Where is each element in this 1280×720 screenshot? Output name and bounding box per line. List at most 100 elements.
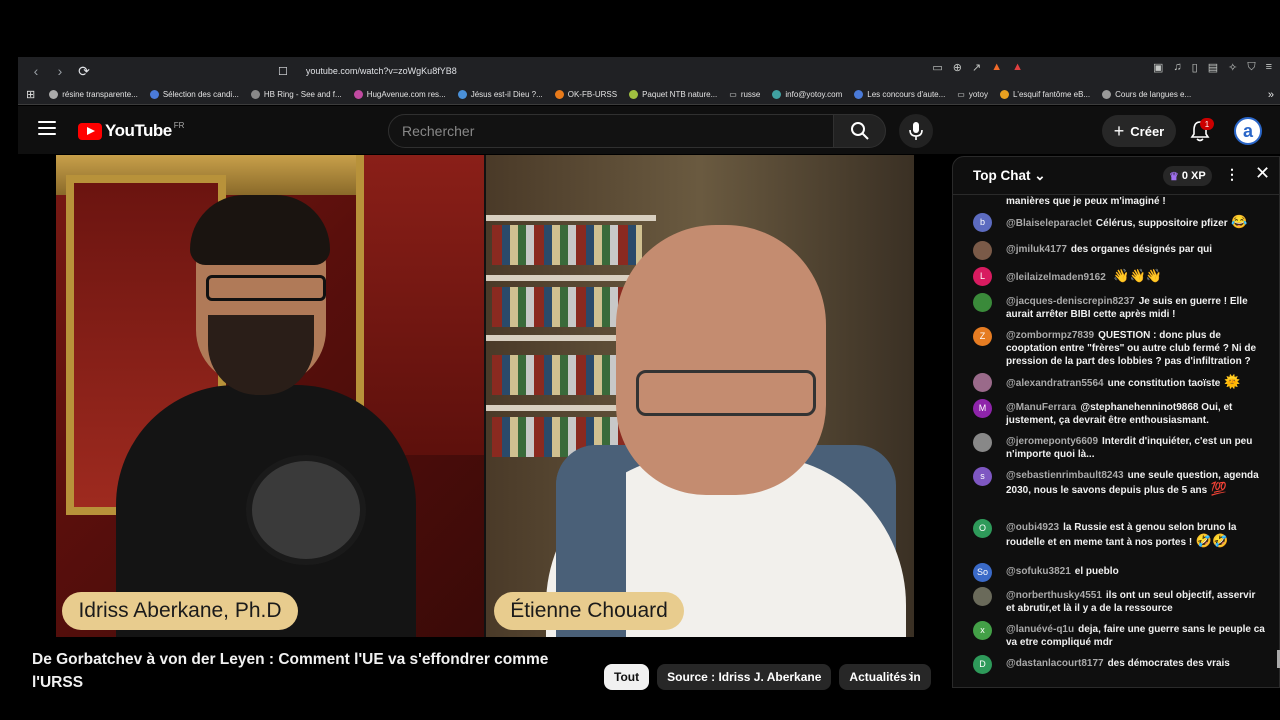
chip-news[interactable]: Actualités in [839,664,931,690]
chat-message-text: @ManuFerrara @stephanehenninot9868 Oui, e… [1006,401,1266,427]
sidebar-icon[interactable]: ▯ [1192,61,1198,74]
chat-author[interactable]: @zombormpz7839 [1006,330,1094,341]
bookmark-item[interactable]: Les concours d'aute... [854,90,945,99]
chat-avatar[interactable]: M [973,399,992,418]
bookmark-item[interactable]: HugAvenue.com res... [353,90,446,99]
bookmark-icon [772,90,782,99]
chat-message-text: @jeromeponty6609 Interdit d'inquiéter, c'… [1006,435,1266,461]
logo-text: YouTube [105,121,172,140]
music-icon[interactable]: ♫ [1173,61,1181,74]
chat-author[interactable]: @dastanlacourt8177 [1006,658,1104,669]
bookmark-item[interactable]: résine transparente... [49,90,138,99]
chat-avatar[interactable] [973,293,992,312]
name-tag-right: Étienne Chouard [494,592,684,630]
chat-author[interactable]: @alexandratran5564 [1006,378,1104,389]
share-icon[interactable]: ↗ [972,61,981,74]
bookmark-item[interactable]: HB Ring - See and f... [250,90,342,99]
chat-author[interactable]: @leilaizelmaden9162 [1006,272,1106,283]
youtube-header: YouTube FR Rechercher + Créer 1 a [18,106,1280,154]
chat-author[interactable]: @jmiluk4177 [1006,244,1067,255]
xp-badge[interactable]: ♛ 0 XP [1163,166,1212,186]
chat-body: Célérus, suppositoire pfizer [1095,218,1228,229]
account-avatar[interactable]: a [1234,117,1262,145]
bookmark-folder[interactable]: ▭ russe [729,90,760,99]
reload-icon[interactable]: ⟳ [74,61,94,81]
close-icon[interactable]: ✕ [1255,163,1270,184]
chat-avatar[interactable]: x [973,621,992,640]
chat-avatar[interactable]: b [973,213,992,232]
bookmark-star-icon[interactable]: ☐ [278,65,288,78]
hamburger-menu-icon[interactable] [38,121,56,135]
bookmark-icon [1102,90,1112,99]
emoji-icon: 😂 [1227,214,1248,229]
create-button[interactable]: + Créer [1102,115,1176,147]
more-bookmarks-icon[interactable]: » [1268,89,1274,101]
chevron-right-icon[interactable]: › [908,668,913,686]
bookmark-item[interactable]: info@yotoy.com [772,90,842,99]
tab-icon[interactable]: ▣ [1153,61,1163,74]
chip-all[interactable]: Tout [604,664,650,690]
search-icon [850,122,869,140]
extension-alert-icon[interactable]: ▲ [1012,61,1023,74]
chat-avatar[interactable]: O [973,519,992,538]
video-player[interactable]: Idriss Aberkane, Ph.D Étienne Chouard [56,155,914,637]
region-code: FR [173,120,185,130]
bookmark-item[interactable]: Paquet NTB nature... [629,90,717,99]
shield-icon[interactable]: ⛉ [1247,61,1255,74]
chat-message-text: @alexandratran5564 une constitution taoïs… [1006,375,1266,390]
chat-author[interactable]: @jeromeponty6609 [1006,436,1098,447]
youtube-logo[interactable]: YouTube FR [78,121,184,141]
name-tag-left: Idriss Aberkane, Ph.D [62,592,298,630]
chat-mode-dropdown[interactable]: Top Chat ⌄ [973,168,1046,184]
chat-message-text: @dastanlacourt8177 des démocrates des vra… [1006,657,1266,670]
bookmark-folder[interactable]: ▭ yotoy [957,90,988,99]
chat-author[interactable]: @ManuFerrara [1006,402,1076,413]
extension-brave-icon[interactable]: ▲ [991,61,1002,74]
search-button[interactable] [833,114,886,148]
chip-source[interactable]: Source : Idriss J. Aberkane [657,664,832,690]
chat-author[interactable]: @Blaiseleparaclet [1006,218,1092,229]
apps-icon[interactable]: ⊞ [26,88,35,101]
chat-body: une constitution taoïste [1107,378,1221,389]
bookmark-item[interactable]: Sélection des candi... [149,90,239,99]
related-chips: Tout Source : Idriss J. Aberkane Actuali… [604,664,931,690]
bookmark-item[interactable]: OK-FB-URSS [554,90,617,99]
chat-author[interactable]: @lanuévé-q1u [1006,624,1074,635]
chat-author[interactable]: @jacques-deniscrepin8237 [1006,296,1135,307]
emoji-icon: 🌞 [1220,374,1241,389]
chat-author[interactable]: @norberthusky4551 [1006,590,1102,601]
chat-avatar[interactable] [973,433,992,452]
chat-author[interactable]: @oubi4923 [1006,522,1059,533]
bookmark-item[interactable]: Cours de langues e... [1102,90,1191,99]
chat-avatar[interactable]: s [973,467,992,486]
chat-avatar[interactable]: L [973,267,992,286]
zoom-icon[interactable]: ⊕ [953,61,962,74]
menu-icon[interactable]: ≡ [1266,61,1272,74]
cast-icon[interactable]: ▭ [932,61,942,74]
video-title: De Gorbatchev à von der Leyen : Comment … [32,651,549,691]
live-chat-panel: Top Chat ⌄ ♛ 0 XP ⋮ ✕ manières que je peu… [952,156,1280,688]
chat-message-text: @zombormpz7839 QUESTION : donc plus de co… [1006,329,1266,368]
chat-avatar[interactable] [973,587,992,606]
bookmark-icon [554,90,564,99]
chat-avatar[interactable]: Z [973,327,992,346]
chat-author[interactable]: @sebastienrimbault8243 [1006,470,1124,481]
bookmark-icon [629,90,639,99]
chat-avatar[interactable]: D [973,655,992,674]
back-icon[interactable]: ‹ [26,61,46,81]
more-options-icon[interactable]: ⋮ [1225,166,1239,183]
bookmark-item[interactable]: L'esquif fantôme eB... [999,90,1090,99]
notification-count-badge: 1 [1200,118,1214,130]
chat-avatar[interactable] [973,373,992,392]
chat-message-text: @jacques-deniscrepin8237 Je suis en guerr… [1006,295,1266,321]
bookmark-icon [49,90,59,99]
extensions-icon[interactable]: ✧ [1228,61,1237,74]
wallet-icon[interactable]: ▤ [1208,61,1218,74]
chat-avatar[interactable] [973,241,992,260]
chat-author[interactable]: @sofuku3821 [1006,566,1071,577]
chat-avatar[interactable]: So [973,563,992,582]
forward-icon[interactable]: › [50,61,70,81]
search-input[interactable]: Rechercher [388,114,834,148]
bookmark-item[interactable]: Jésus est-il Dieu ?... [457,90,543,99]
voice-search-button[interactable] [899,114,933,148]
